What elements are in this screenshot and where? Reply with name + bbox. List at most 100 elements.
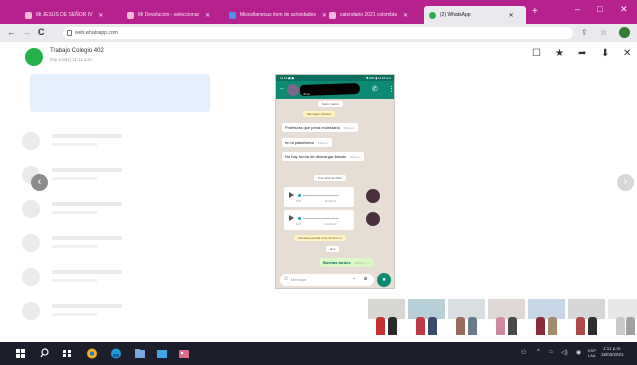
maximize-button[interactable]: □ <box>597 4 602 14</box>
list-item <box>22 130 172 156</box>
star-icon[interactable]: ☆ <box>600 28 607 37</box>
media-thumbnail[interactable] <box>408 299 445 335</box>
waveform-line <box>303 218 339 219</box>
url-text: web.whatsapp.com <box>75 30 118 36</box>
star-message-icon[interactable]: ★ <box>555 49 564 59</box>
message-time: 9:00 a.m. <box>317 142 329 145</box>
list-item <box>22 300 172 326</box>
contact-avatar <box>287 84 299 96</box>
voice-length: 0:07 <box>296 200 302 203</box>
tab-favicon-icon <box>329 11 336 19</box>
media-thumbnail[interactable] <box>488 299 525 335</box>
task-view-icon[interactable] <box>62 347 72 360</box>
whatsapp-media-viewer: Trabajo Colegio 402 hoy a la(s) 11:11 a.… <box>0 42 637 342</box>
tab-label: (2) WhatsApp <box>440 12 471 18</box>
media-thumbnail[interactable] <box>568 299 605 335</box>
clock[interactable]: 1:11 p.m. 18/03/2021 <box>601 346 624 358</box>
tab-close-icon[interactable]: ✕ <box>205 12 210 19</box>
media-image-phone-screenshot: 11:15 ◼ ◼ ◥ 33% ▮ 11:15 a.m. ← 401a ✆ ⋮ … <box>275 74 395 289</box>
voice-time: 11:10 a.m. <box>325 223 338 226</box>
media-thumbnail[interactable] <box>528 299 565 335</box>
emoji-icon: ☺ <box>283 276 290 282</box>
search-icon[interactable] <box>40 347 50 360</box>
wifi-icon[interactable]: ◉ <box>576 349 581 356</box>
clock-date: 18/03/2021 <box>601 352 624 357</box>
list-item <box>22 266 172 292</box>
next-media-button[interactable]: › <box>617 174 634 191</box>
date-chip: 5 de abril de 2021 <box>314 175 347 181</box>
voice-note: 0:07 11:10 a.m. <box>284 187 380 207</box>
message-time: 4:50 p.m. ✓✓ <box>354 262 371 265</box>
mic-icon: ● <box>377 273 391 287</box>
tab-close-icon[interactable]: ✕ <box>509 12 514 19</box>
tab-3[interactable]: Miscellaneous item de actividades ✕ <box>224 6 327 24</box>
close-viewer-icon[interactable]: ✕ <box>623 49 631 59</box>
start-button[interactable] <box>16 347 26 360</box>
people-icon[interactable]: ⚇ <box>521 349 526 356</box>
download-icon[interactable]: ⬇ <box>601 49 609 59</box>
voice-length: 0:07 <box>296 223 302 226</box>
chrome-icon[interactable] <box>86 347 98 360</box>
progress-dot <box>298 194 301 197</box>
store-icon[interactable] <box>156 347 168 360</box>
network-icon[interactable]: ⌂ <box>549 349 553 355</box>
edge-icon[interactable] <box>110 347 122 360</box>
notification-banner <box>30 74 210 112</box>
tab-label: Mi JESÚS DE SEÑOR IV <box>36 12 93 18</box>
tab-label: Miscellaneous item de actividades <box>240 12 316 18</box>
forward-button[interactable]: → <box>22 27 31 37</box>
sender-avatar <box>366 212 380 226</box>
previous-media-button[interactable]: ‹ <box>31 174 48 191</box>
message-bubble: en la plataforma 9:00 a.m. <box>282 138 332 147</box>
tab-2[interactable]: Mi Devolución - seleccionar ✕ <box>122 6 220 24</box>
profile-icon[interactable] <box>619 27 630 38</box>
tab-1[interactable]: Mi JESÚS DE SEÑOR IV ✕ <box>20 6 120 24</box>
volume-icon[interactable]: ◁) <box>561 349 568 356</box>
voice-note: 0:07 11:10 a.m. <box>284 210 380 230</box>
media-thumbnail[interactable] <box>448 299 485 335</box>
whatsapp-favicon-icon <box>429 11 436 19</box>
share-icon[interactable]: ⇪ <box>581 28 588 37</box>
tab-whatsapp[interactable]: (2) WhatsApp ✕ <box>424 6 526 24</box>
back-button[interactable]: ← <box>7 27 16 37</box>
outgoing-message-bubble: Buenas tardes 4:50 p.m. ✓✓ <box>320 258 374 267</box>
reload-button[interactable]: C <box>38 27 45 37</box>
forward-icon[interactable]: ➦ <box>578 49 586 59</box>
tab-favicon-icon <box>127 11 134 19</box>
go-to-message-icon[interactable]: ☐ <box>532 49 541 59</box>
language-indicator[interactable]: ESP LAA <box>588 348 600 358</box>
sender-avatar <box>366 189 380 203</box>
lock-icon <box>67 30 72 36</box>
phone-call-icon: ✆ <box>372 86 378 93</box>
file-explorer-icon[interactable] <box>134 347 146 360</box>
encryption-chip: Mensajes cifrados <box>303 111 336 117</box>
tab-4[interactable]: calendario 2021 colombia ✕ <box>324 6 420 24</box>
minimize-button[interactable]: – <box>575 4 580 14</box>
tab-close-icon[interactable]: ✕ <box>98 12 103 19</box>
browser-tab-bar: Mi JESÚS DE SEÑOR IV ✕ Mi Devolución - s… <box>0 0 637 24</box>
tab-close-icon[interactable]: ✕ <box>403 12 408 19</box>
media-thumbnail[interactable] <box>608 299 637 335</box>
photos-icon[interactable] <box>178 347 190 360</box>
phone-status-time: 11:15 ◼ ◼ <box>280 76 294 80</box>
tab-favicon-icon <box>25 11 32 19</box>
phone-message-input: ☺ Mensaje ⌁ ◙ <box>280 274 374 286</box>
message-bubble: No hay forma de descargar listado 9:00 a.… <box>282 152 364 161</box>
message-text: No hay forma de descargar listado <box>285 154 347 159</box>
chevron-up-icon[interactable]: ^ <box>537 349 540 355</box>
message-bubble: Profesora que pena molestarla 9:00 a.m. <box>282 123 358 132</box>
chat-title: Trabajo Colegio 402 <box>50 48 104 54</box>
group-avatar <box>25 48 43 66</box>
progress-dot <box>298 217 301 220</box>
new-tab-button[interactable]: + <box>532 7 538 17</box>
missed-call-chip: Llamada perdida a las 11:32 a.m. <box>294 235 347 241</box>
voice-time: 11:10 a.m. <box>325 200 338 203</box>
today-chip: Hoy <box>326 246 340 252</box>
address-bar-row: ← → C web.whatsapp.com ⇪ ☆ <box>0 24 637 42</box>
date-chip: Señor padre <box>318 101 343 107</box>
media-thumbnail[interactable] <box>368 299 405 335</box>
tab-label: calendario 2021 colombia <box>340 12 397 18</box>
play-icon <box>289 215 294 221</box>
close-window-button[interactable]: ✕ <box>620 4 628 15</box>
url-field[interactable]: web.whatsapp.com <box>63 27 573 39</box>
